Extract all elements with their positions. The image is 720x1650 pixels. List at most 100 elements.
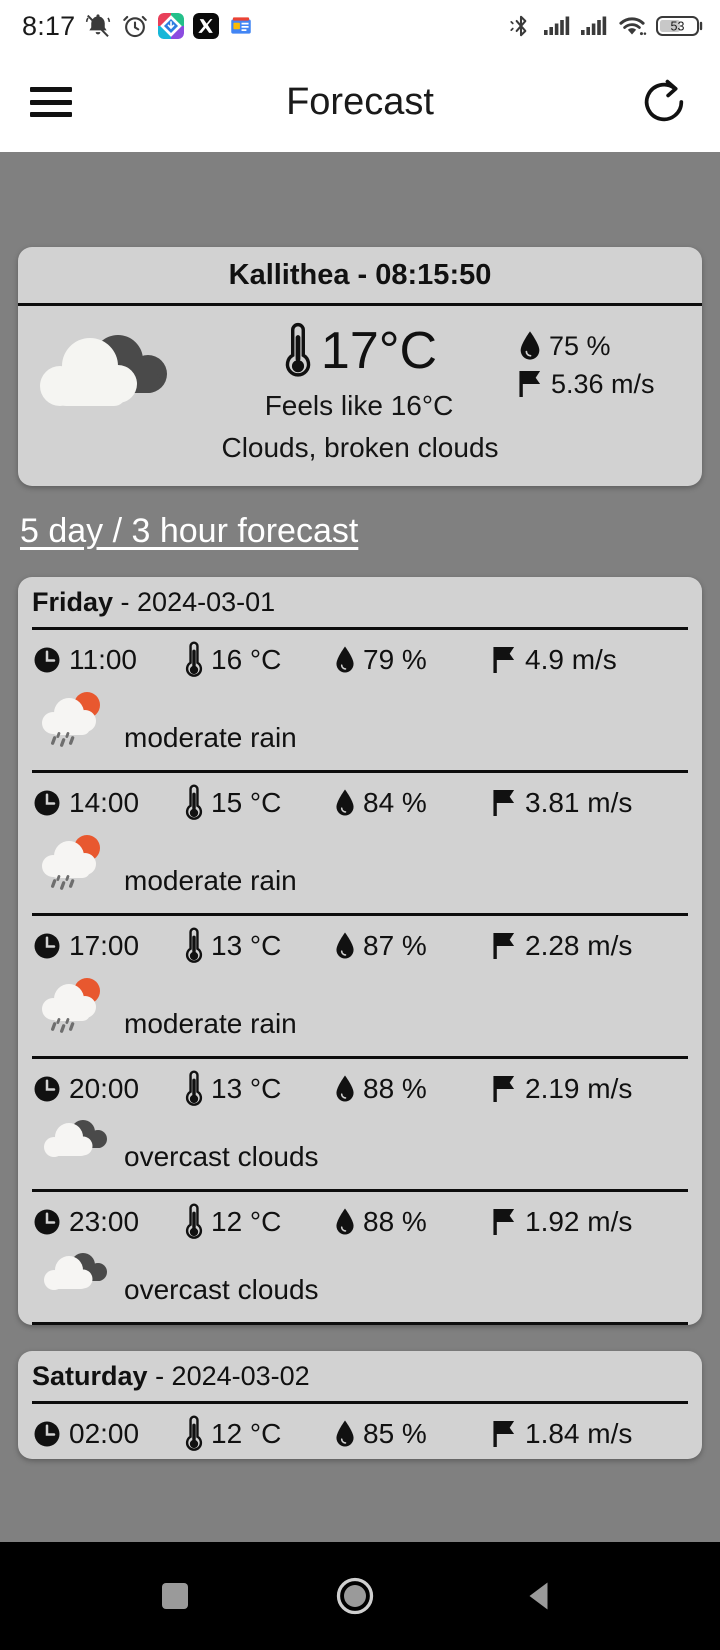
forecast-slot-temp-metric: 12 °C — [184, 1203, 334, 1241]
forecast-slot-wind-metric: 1.92 m/s — [492, 1206, 688, 1238]
forecast-slot[interactable]: 23:00 12 °C 88 % 1.92 m/s overcast cloud… — [32, 1192, 688, 1325]
current-feels-like: Feels like 16°C — [264, 390, 454, 421]
forecast-slot-humidity: 85 % — [363, 1418, 427, 1449]
overcast-clouds-icon — [32, 1116, 124, 1179]
forecast-day-date: - 2024-03-02 — [155, 1361, 310, 1391]
forecast-slot-time-metric: 02:00 — [32, 1418, 184, 1450]
forecast-slot-wind: 1.92 m/s — [525, 1206, 633, 1237]
forecast-slot-temp-metric: 13 °C — [184, 927, 334, 965]
forecast-day-card-friday[interactable]: Friday - 2024-03-01 11:00 16 °C 79 % 4.9… — [18, 577, 702, 1325]
thermometer-icon — [185, 1203, 203, 1239]
rain-sun-icon — [32, 687, 124, 760]
hamburger-menu-icon[interactable] — [30, 87, 72, 117]
square-recents-icon[interactable] — [162, 1583, 189, 1609]
clock-icon — [34, 933, 60, 959]
current-extra-stats: 75 % 5.36 m/s — [518, 316, 688, 406]
forecast-slot-time-metric: 17:00 — [32, 930, 184, 962]
forecast-slot-time-metric: 14:00 — [32, 787, 184, 819]
forecast-slot[interactable]: 20:00 13 °C 88 % 2.19 m/s overcast cloud… — [32, 1059, 688, 1192]
battery-icon: 53 — [656, 16, 703, 36]
current-temperature: 17°C — [320, 322, 438, 380]
thermometer-icon — [185, 784, 203, 820]
clock-icon — [34, 1421, 60, 1447]
forecast-slot-temp-metric: 15 °C — [184, 784, 334, 822]
water-drop-icon — [336, 1420, 354, 1447]
status-bar: 8:17 53 — [0, 0, 720, 52]
forecast-slot-description-row: moderate rain — [32, 685, 688, 770]
signal-bars-icon — [544, 16, 570, 35]
forecast-slot[interactable]: 17:00 13 °C 87 % 2.28 m/s moderate rain — [32, 916, 688, 1059]
forecast-day-card-saturday[interactable]: Saturday - 2024-03-02 02:00 12 °C 85 % 1… — [18, 1351, 702, 1459]
forecast-slot-description: moderate rain — [124, 722, 297, 753]
forecast-slot-description-row: overcast clouds — [32, 1114, 688, 1189]
forecast-slot-metrics: 23:00 12 °C 88 % 1.92 m/s — [32, 1192, 688, 1247]
forecast-slot-description: moderate rain — [124, 865, 297, 896]
triangle-back-icon[interactable] — [522, 1578, 558, 1614]
forecast-slot-description-row: moderate rain — [32, 828, 688, 913]
forecast-slot-description: overcast clouds — [124, 1141, 319, 1172]
forecast-slot-description: moderate rain — [124, 1008, 297, 1039]
forecast-day-header: Saturday - 2024-03-02 — [32, 1351, 688, 1404]
current-location-time: Kallithea - 08:15:50 — [18, 247, 702, 306]
refresh-icon[interactable] — [638, 76, 690, 128]
forecast-slot-temp: 12 °C — [211, 1418, 282, 1449]
broken-clouds-icon — [32, 316, 200, 423]
forecast-slot-wind-metric: 1.84 m/s — [492, 1418, 688, 1450]
phone-screen: 8:17 53 Forecast Kallithea - 08:15:50 17… — [0, 0, 720, 1650]
photo-app-icon — [158, 13, 185, 39]
forecast-slot-list: 02:00 12 °C 85 % 1.84 m/s — [32, 1404, 688, 1459]
forecast-slot-description: overcast clouds — [124, 1274, 319, 1305]
forecast-slot-time: 17:00 — [69, 930, 140, 961]
current-temp-row: 17°C — [200, 322, 518, 380]
current-weather-card[interactable]: Kallithea - 08:15:50 17°C Feels like 16°… — [18, 247, 702, 486]
status-bar-left: 8:17 — [22, 11, 255, 42]
water-drop-icon — [336, 932, 354, 959]
app-bar: Forecast — [0, 52, 720, 152]
clock-icon — [34, 1076, 60, 1102]
wifi-icon — [619, 17, 647, 36]
page-title: Forecast — [286, 80, 434, 123]
thermometer-icon — [185, 1070, 203, 1106]
forecast-day-name: Saturday — [32, 1361, 148, 1391]
forecast-slot-metrics: 14:00 15 °C 84 % 3.81 m/s — [32, 773, 688, 828]
forecast-slot[interactable]: 14:00 15 °C 84 % 3.81 m/s moderate rain — [32, 773, 688, 916]
hamburger-line — [30, 112, 72, 117]
current-weather-body: 17°C Feels like 16°C 75 % 5.36 m/s — [18, 306, 702, 424]
forecast-slot-time-metric: 23:00 — [32, 1206, 184, 1238]
water-drop-icon — [336, 789, 354, 816]
circle-home-icon[interactable] — [333, 1574, 377, 1618]
forecast-slot-temp: 12 °C — [211, 1206, 282, 1237]
clock-icon — [34, 1209, 60, 1235]
forecast-slot-wind: 3.81 m/s — [525, 787, 633, 818]
flag-icon — [493, 647, 515, 673]
thermometer-icon — [285, 322, 311, 377]
forecast-slot[interactable]: 11:00 16 °C 79 % 4.9 m/s moderate rain — [32, 630, 688, 773]
clock-icon — [34, 647, 60, 673]
forecast-slot-wind: 2.19 m/s — [525, 1073, 633, 1104]
forecast-slot-time: 23:00 — [69, 1206, 140, 1237]
forecast-day-header: Friday - 2024-03-01 — [32, 577, 688, 630]
forecast-slot-humidity-metric: 84 % — [334, 787, 492, 819]
forecast-slot-wind: 4.9 m/s — [525, 644, 617, 675]
forecast-slot-temp-metric: 13 °C — [184, 1070, 334, 1108]
forecast-slot-temp: 15 °C — [211, 787, 282, 818]
forecast-slot-time: 11:00 — [69, 644, 137, 675]
thermometer-icon — [185, 1415, 203, 1451]
forecast-slot-time-metric: 20:00 — [32, 1073, 184, 1105]
forecast-slot-humidity-metric: 88 % — [334, 1206, 492, 1238]
forecast-slot-metrics: 20:00 13 °C 88 % 2.19 m/s — [32, 1059, 688, 1114]
water-drop-icon — [336, 1075, 354, 1102]
forecast-slot-time-metric: 11:00 — [32, 644, 184, 676]
forecast-scroll-area[interactable]: Kallithea - 08:15:50 17°C Feels like 16°… — [0, 152, 720, 1650]
water-drop-icon — [336, 1208, 354, 1235]
flag-icon — [493, 1076, 515, 1102]
x-app-icon — [193, 13, 220, 39]
forecast-slot-time: 20:00 — [69, 1073, 140, 1104]
forecast-slot-wind-metric: 3.81 m/s — [492, 787, 688, 819]
bluetooth-icon — [510, 15, 527, 37]
forecast-slot-humidity: 87 % — [363, 930, 427, 961]
flag-icon — [493, 790, 515, 816]
forecast-section-heading[interactable]: 5 day / 3 hour forecast — [20, 512, 358, 551]
forecast-slot-temp: 16 °C — [211, 644, 282, 675]
forecast-slot[interactable]: 02:00 12 °C 85 % 1.84 m/s — [32, 1404, 688, 1459]
